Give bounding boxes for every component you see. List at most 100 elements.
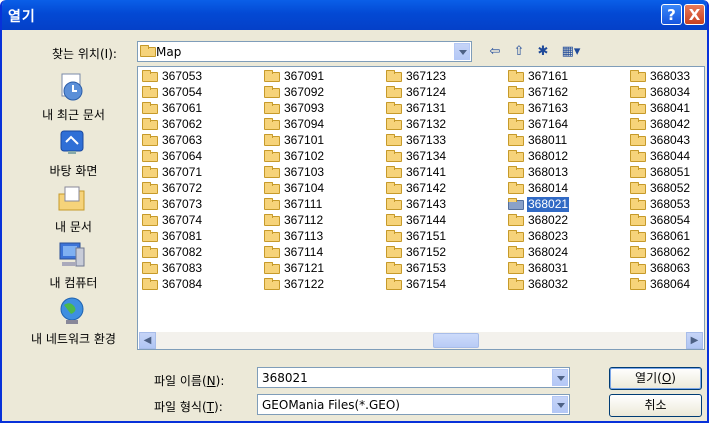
file-item[interactable]: 367162	[506, 85, 624, 100]
filetype-select[interactable]: GEOMania Files(*.GEO)	[257, 394, 570, 415]
look-in-combo[interactable]: Map	[137, 41, 472, 62]
file-item[interactable]: 368042	[628, 117, 707, 132]
file-item[interactable]: 367132	[384, 117, 502, 132]
place-desktop[interactable]: 바탕 화면	[18, 126, 129, 180]
file-item[interactable]: 368021	[506, 197, 624, 212]
file-item[interactable]: 367133	[384, 133, 502, 148]
file-item[interactable]: 367082	[140, 245, 258, 260]
chevron-down-icon[interactable]	[454, 43, 470, 60]
filename-input[interactable]: 368021	[257, 367, 570, 388]
file-item[interactable]: 368041	[628, 101, 707, 116]
up-folder-icon[interactable]: ⇧	[509, 43, 529, 61]
file-item[interactable]: 368051	[628, 165, 707, 180]
file-item[interactable]: 367161	[506, 69, 624, 84]
file-item[interactable]: 367073	[140, 197, 258, 212]
file-item[interactable]: 367141	[384, 165, 502, 180]
file-item[interactable]: 368063	[628, 261, 707, 276]
file-item[interactable]: 367124	[384, 85, 502, 100]
file-item[interactable]: 367091	[262, 69, 380, 84]
file-item[interactable]: 367111	[262, 197, 380, 212]
file-item[interactable]: 367154	[384, 277, 502, 292]
place-my-computer[interactable]: 내 컴퓨터	[18, 238, 129, 292]
file-item[interactable]: 367152	[384, 245, 502, 260]
file-item[interactable]: 367062	[140, 117, 258, 132]
file-item[interactable]: 367102	[262, 149, 380, 164]
scroll-thumb[interactable]	[433, 333, 479, 348]
file-item[interactable]: 367112	[262, 213, 380, 228]
file-item[interactable]: 368012	[506, 149, 624, 164]
file-item[interactable]: 368034	[628, 85, 707, 100]
help-button[interactable]: ?	[661, 4, 682, 25]
file-item[interactable]: 367092	[262, 85, 380, 100]
file-item[interactable]: 367072	[140, 181, 258, 196]
file-item[interactable]: 368011	[506, 133, 624, 148]
place-my-network[interactable]: 내 네트워크 환경	[18, 294, 129, 348]
file-item[interactable]: 367103	[262, 165, 380, 180]
file-item[interactable]: 367151	[384, 229, 502, 244]
back-arrow-icon[interactable]: ⇦	[485, 43, 505, 61]
file-item[interactable]: 367074	[140, 213, 258, 228]
file-item[interactable]: 367084	[140, 277, 258, 292]
views-menu-icon[interactable]: ▦▾	[558, 43, 584, 61]
file-item[interactable]: 367163	[506, 101, 624, 116]
chevron-down-icon[interactable]	[552, 369, 568, 386]
folder-icon	[508, 150, 524, 162]
file-item[interactable]: 367144	[384, 213, 502, 228]
file-item[interactable]: 368014	[506, 181, 624, 196]
file-item[interactable]: 368061	[628, 229, 707, 244]
folder-icon	[264, 182, 280, 194]
file-item[interactable]: 367121	[262, 261, 380, 276]
file-item[interactable]: 368033	[628, 69, 707, 84]
file-item[interactable]: 367153	[384, 261, 502, 276]
file-item[interactable]: 367081	[140, 229, 258, 244]
file-item[interactable]: 368022	[506, 213, 624, 228]
file-item[interactable]: 367143	[384, 197, 502, 212]
open-button[interactable]: 열기(O)	[609, 367, 702, 390]
file-item[interactable]: 368062	[628, 245, 707, 260]
file-item[interactable]: 368043	[628, 133, 707, 148]
title-bar[interactable]: 열기 ? X	[2, 0, 707, 30]
file-item[interactable]: 367054	[140, 85, 258, 100]
file-item[interactable]: 367093	[262, 101, 380, 116]
file-item[interactable]: 367101	[262, 133, 380, 148]
file-item[interactable]: 368024	[506, 245, 624, 260]
cancel-button[interactable]: 취소	[609, 394, 702, 417]
file-item[interactable]: 368031	[506, 261, 624, 276]
file-item[interactable]: 367083	[140, 261, 258, 276]
file-item[interactable]: 368053	[628, 197, 707, 212]
file-name: 367152	[406, 245, 447, 259]
file-name: 367074	[162, 213, 203, 227]
file-item[interactable]: 367053	[140, 69, 258, 84]
file-item[interactable]: 367123	[384, 69, 502, 84]
file-item[interactable]: 368013	[506, 165, 624, 180]
place-my-documents[interactable]: 내 문서	[18, 182, 129, 236]
file-item[interactable]: 368023	[506, 229, 624, 244]
file-item[interactable]: 367061	[140, 101, 258, 116]
place-recent-documents[interactable]: 내 최근 문서	[18, 70, 129, 124]
file-item[interactable]: 367071	[140, 165, 258, 180]
file-item[interactable]: 367142	[384, 181, 502, 196]
horizontal-scrollbar[interactable]: ◀ ▶	[139, 332, 703, 349]
chevron-down-icon[interactable]	[552, 396, 568, 413]
close-button[interactable]: X	[684, 4, 705, 25]
file-item[interactable]: 367114	[262, 245, 380, 260]
file-item[interactable]: 367134	[384, 149, 502, 164]
scroll-right-icon[interactable]: ▶	[686, 332, 703, 349]
file-item[interactable]: 367131	[384, 101, 502, 116]
file-item[interactable]: 367164	[506, 117, 624, 132]
file-item[interactable]: 368064	[628, 277, 707, 292]
file-item[interactable]: 367064	[140, 149, 258, 164]
file-item[interactable]: 367063	[140, 133, 258, 148]
new-folder-icon[interactable]: ✱	[533, 43, 553, 61]
file-item[interactable]: 368032	[506, 277, 624, 292]
scroll-left-icon[interactable]: ◀	[139, 332, 156, 349]
file-item[interactable]: 368044	[628, 149, 707, 164]
file-list[interactable]: 367053 367054 367061 367062 367063 367064 3670…	[137, 66, 705, 350]
file-item[interactable]: 367094	[262, 117, 380, 132]
file-item[interactable]: 368052	[628, 181, 707, 196]
file-item[interactable]: 368054	[628, 213, 707, 228]
file-name: 367054	[162, 85, 203, 99]
file-item[interactable]: 367122	[262, 277, 380, 292]
file-item[interactable]: 367113	[262, 229, 380, 244]
file-item[interactable]: 367104	[262, 181, 380, 196]
